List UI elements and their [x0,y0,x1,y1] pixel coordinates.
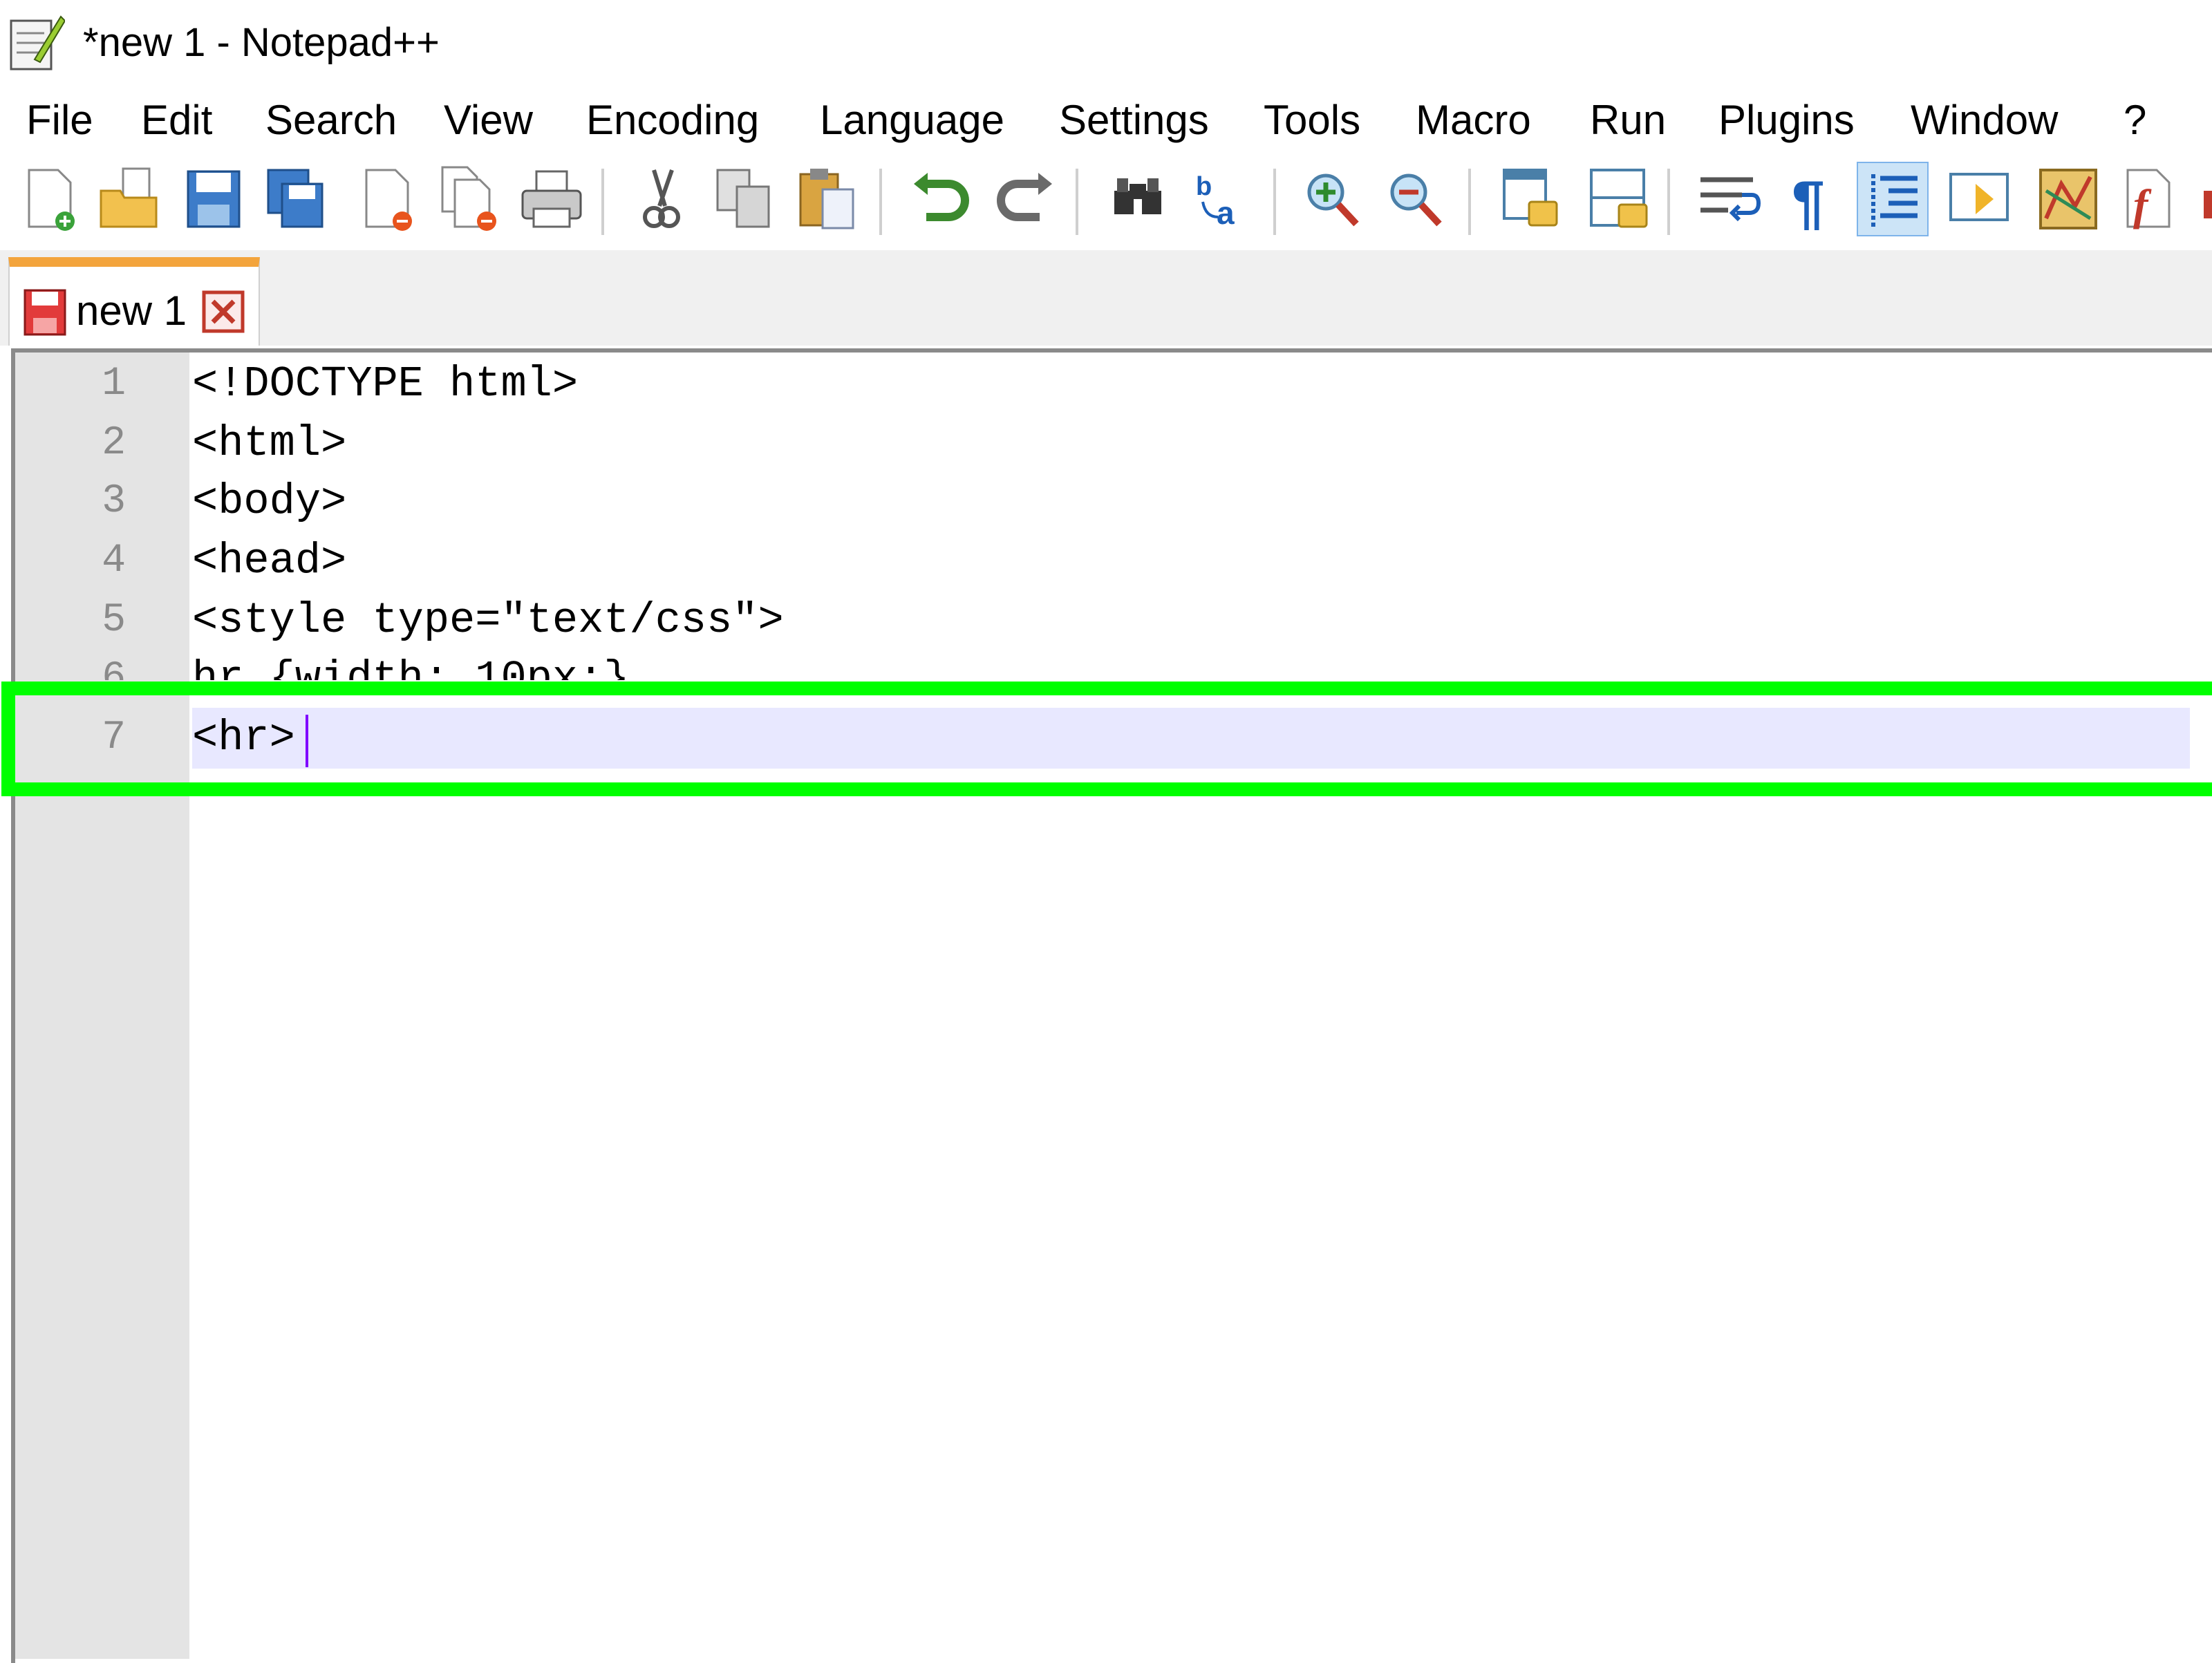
menu-bar: File Edit Search View Encoding Language … [0,88,2212,152]
code-line[interactable]: <head> [192,536,346,586]
new-file-icon[interactable] [15,163,84,235]
sync-horizontal-icon[interactable] [1584,163,1653,235]
function-list-icon[interactable]: f [2114,163,2183,235]
menu-view[interactable]: View [444,95,533,145]
svg-text:¶: ¶ [1792,169,1825,235]
line-number: 5 [102,598,126,643]
line-number: 4 [102,538,126,583]
tab-label: new 1 [76,288,187,334]
save-all-icon[interactable] [261,163,330,235]
toolbar-separator [1076,169,1078,235]
menu-window[interactable]: Window [1911,95,2058,145]
user-defined-language-icon[interactable] [1945,163,2014,235]
line-number: 3 [102,479,126,524]
menu-run[interactable]: Run [1590,95,1666,145]
svg-text:b: b [1196,172,1212,201]
paste-icon[interactable] [792,163,861,235]
menu-plugins[interactable]: Plugins [1718,95,1855,145]
code-line[interactable]: <style type="text/css"> [192,596,784,646]
word-wrap-icon[interactable] [1694,163,1763,235]
line-number: 1 [102,361,126,406]
zoom-in-icon[interactable] [1298,163,1367,235]
notepad-plus-plus-icon [7,11,66,72]
menu-help[interactable]: ? [2124,95,2146,145]
replace-icon[interactable]: ba [1186,163,1255,235]
window-title: *new 1 - Notepad++ [83,20,440,65]
sync-vertical-icon[interactable] [1497,163,1566,235]
code-line[interactable]: <!DOCTYPE html> [192,359,578,409]
save-icon[interactable] [178,163,247,235]
menu-search[interactable]: Search [265,95,397,145]
zoom-out-icon[interactable] [1381,163,1450,235]
undo-icon[interactable] [907,163,976,235]
code-line[interactable]: <body> [192,477,346,527]
line-number: 6 [102,656,126,680]
toolbar-overflow-icon[interactable] [2194,163,2212,235]
partially-hidden-line: 6 hr {width: 10px;} [0,643,2212,680]
close-tab-icon[interactable] [202,290,245,333]
menu-edit[interactable]: Edit [141,95,212,145]
toolbar-separator [1273,169,1276,235]
unsaved-file-icon [22,288,68,337]
toolbar-separator [1468,169,1471,235]
menu-encoding[interactable]: Encoding [586,95,759,145]
toolbar: ba ¶ f [0,153,2212,252]
menu-tools[interactable]: Tools [1264,95,1360,145]
title-bar: *new 1 - Notepad++ [0,0,2212,86]
show-all-characters-icon[interactable]: ¶ [1777,163,1846,235]
menu-file[interactable]: File [26,95,93,145]
svg-text:a: a [1217,195,1235,231]
open-file-icon[interactable] [95,163,165,235]
toolbar-separator [601,169,604,235]
indent-guide-icon[interactable] [1857,162,1929,236]
annotation-highlight-box [1,682,2212,796]
cut-icon[interactable] [626,163,695,235]
print-icon[interactable] [517,163,586,235]
tab-bar: new 1 [0,250,2212,346]
document-map-icon[interactable] [2034,163,2103,235]
find-icon[interactable] [1103,163,1172,235]
menu-language[interactable]: Language [820,95,1004,145]
code-line[interactable]: hr {width: 10px;} [192,654,630,680]
toolbar-separator [879,169,882,235]
menu-macro[interactable]: Macro [1416,95,1531,145]
toolbar-separator [1667,169,1670,235]
copy-icon[interactable] [709,163,778,235]
line-number: 2 [102,421,126,466]
code-line[interactable]: <html> [192,419,346,469]
redo-icon[interactable] [990,163,1059,235]
tab-new-1[interactable]: new 1 [8,257,260,346]
menu-settings[interactable]: Settings [1059,95,1209,145]
close-icon[interactable] [353,163,422,235]
close-all-icon[interactable] [435,163,505,235]
